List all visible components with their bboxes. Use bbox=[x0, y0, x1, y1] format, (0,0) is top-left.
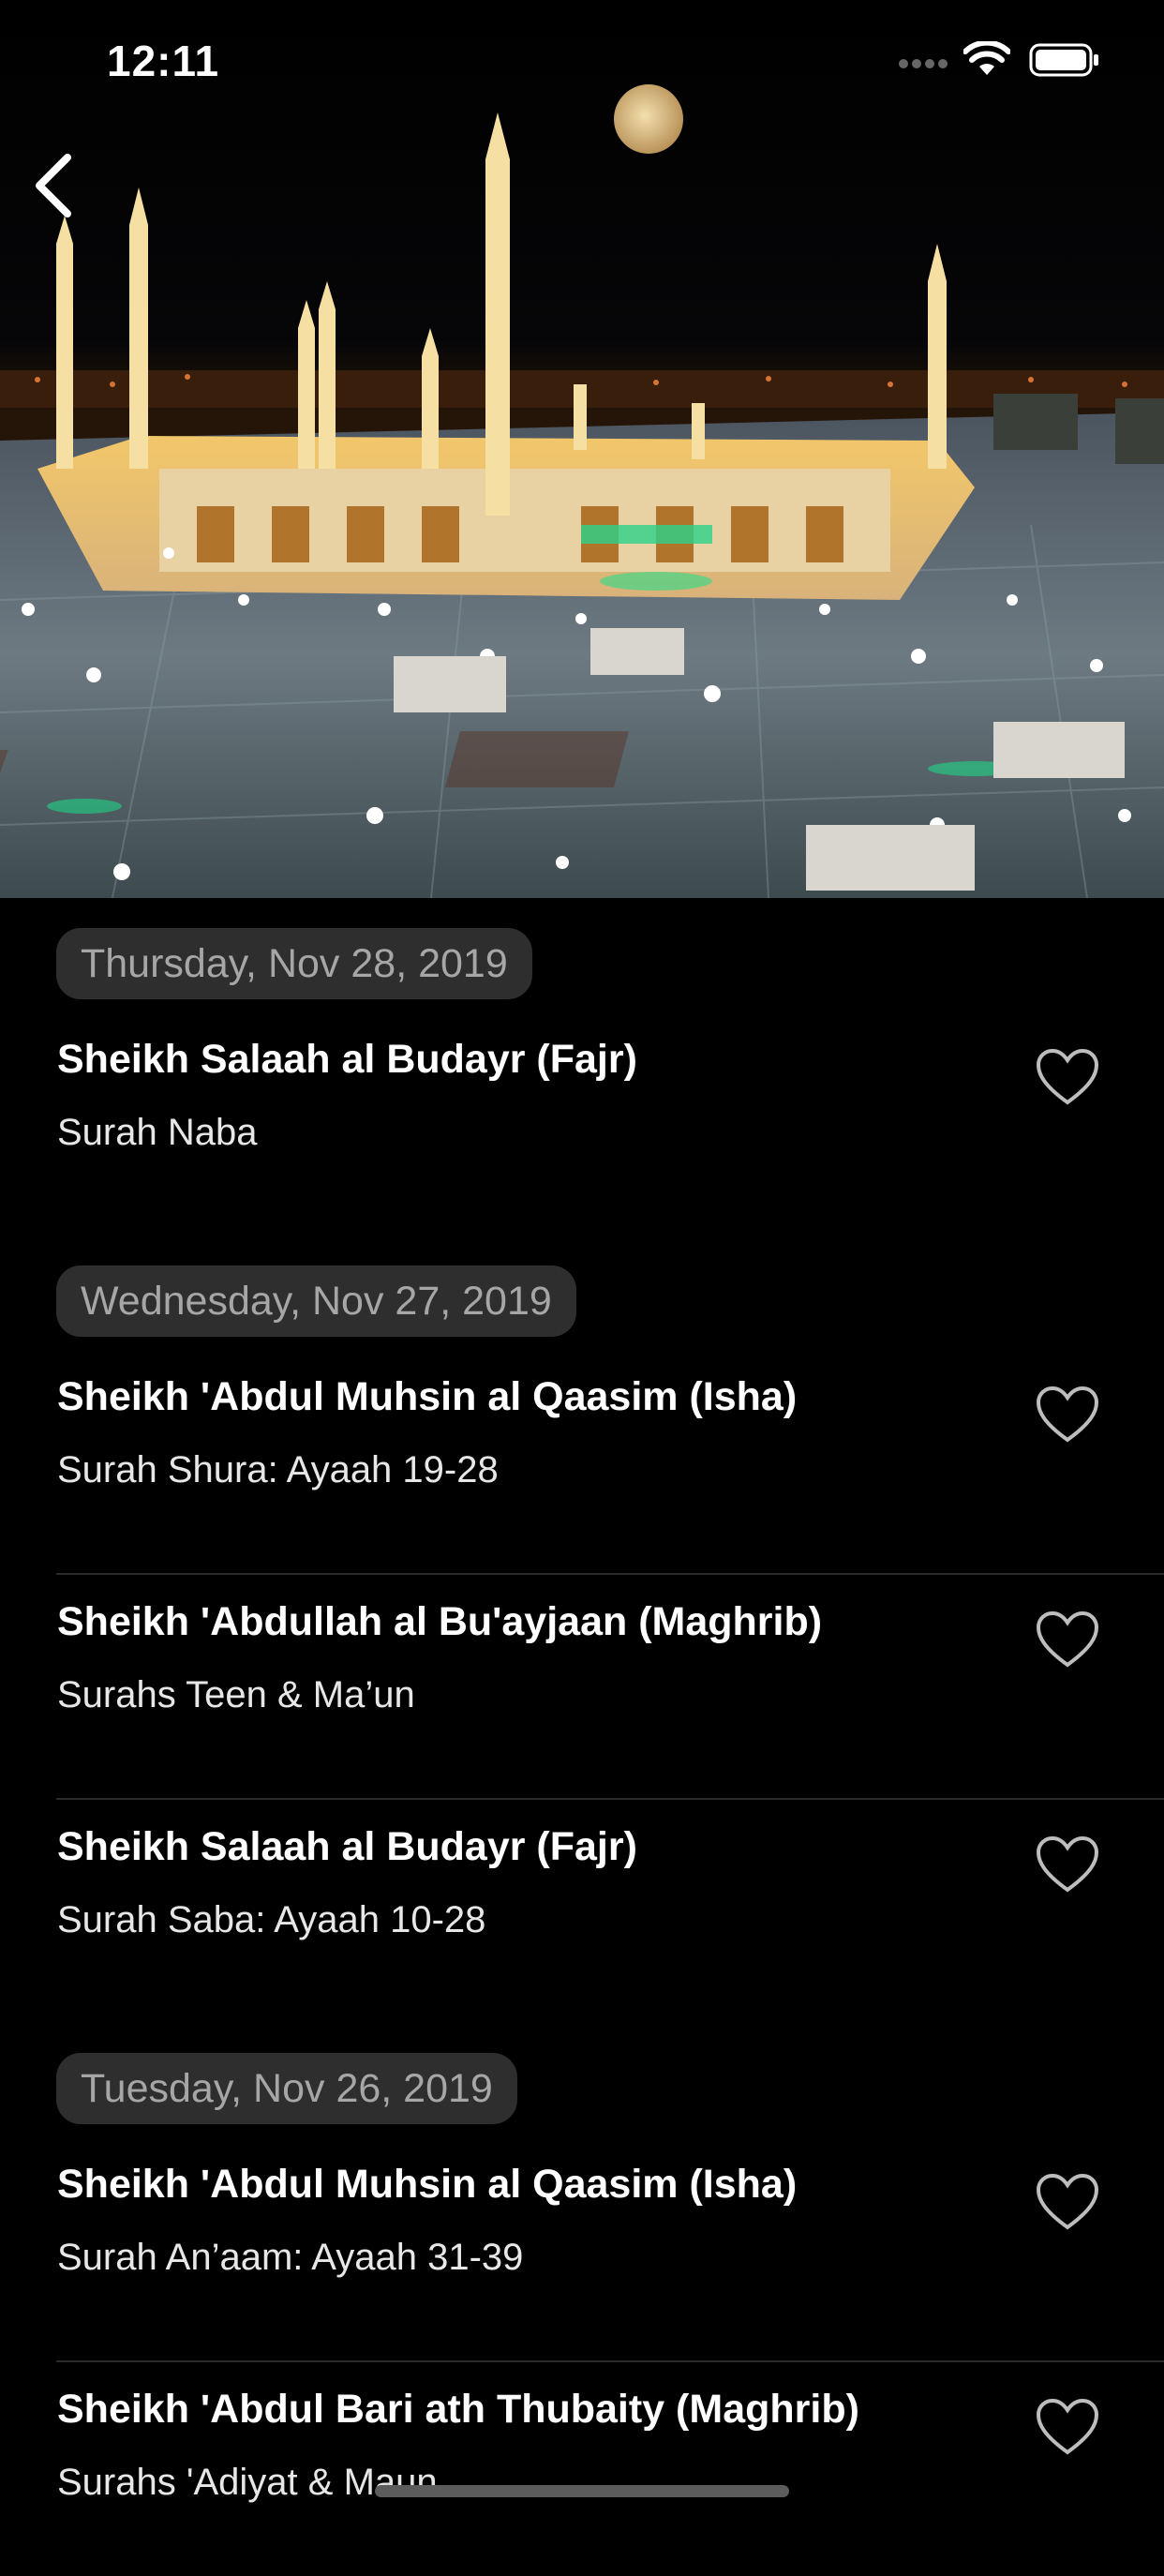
hero-image bbox=[0, 0, 1164, 898]
lecture-title: Sheikh 'Abdul Muhsin al Qaasim (Isha) bbox=[57, 1374, 798, 1419]
list-item[interactable]: Sheikh 'Abdul Muhsin al Qaasim (Isha) Su… bbox=[0, 1339, 1164, 1564]
lecture-subtitle: Surah Naba bbox=[57, 1112, 258, 1153]
lecture-subtitle: Surah Saba: Ayaah 10-28 bbox=[57, 1899, 486, 1940]
heart-icon[interactable] bbox=[1035, 1835, 1100, 1895]
heart-icon[interactable] bbox=[1035, 1610, 1100, 1670]
date-header: Tuesday, Nov 26, 2019 bbox=[56, 2053, 517, 2124]
cellular-signal-icon bbox=[899, 59, 948, 68]
lecture-title: Sheikh 'Abdul Muhsin al Qaasim (Isha) bbox=[57, 2162, 798, 2207]
back-button[interactable] bbox=[26, 150, 82, 221]
heart-icon[interactable] bbox=[1035, 2173, 1100, 2233]
list-item[interactable]: Sheikh 'Abdullah al Bu'ayjaan (Maghrib) … bbox=[0, 1564, 1164, 1789]
heart-icon[interactable] bbox=[1035, 1385, 1100, 1445]
lecture-subtitle: Surahs 'Adiyat & Maun bbox=[57, 2462, 438, 2503]
lecture-title: Sheikh Salaah al Budayr (Fajr) bbox=[57, 1037, 637, 1082]
wifi-icon bbox=[963, 41, 1010, 75]
lecture-subtitle: Surahs Teen & Ma’un bbox=[57, 1674, 415, 1715]
lecture-title: Sheikh 'Abdullah al Bu'ayjaan (Maghrib) bbox=[57, 1599, 823, 1644]
battery-icon bbox=[1029, 43, 1098, 77]
list-item[interactable]: Sheikh Salaah al Budayr (Fajr) Surah Sab… bbox=[0, 1789, 1164, 2014]
list-item[interactable]: Sheikh 'Abdul Muhsin al Qaasim (Isha) Su… bbox=[0, 2126, 1164, 2351]
lecture-title: Sheikh 'Abdul Bari ath Thubaity (Maghrib… bbox=[57, 2387, 859, 2432]
list-item[interactable]: Sheikh Salaah al Budayr (Fajr) Surah Nab… bbox=[0, 1001, 1164, 1226]
lecture-subtitle: Surah Shura: Ayaah 19-28 bbox=[57, 1449, 499, 1490]
date-header: Thursday, Nov 28, 2019 bbox=[56, 928, 532, 999]
lecture-subtitle: Surah An’aam: Ayaah 31-39 bbox=[57, 2237, 524, 2278]
lecture-title: Sheikh Salaah al Budayr (Fajr) bbox=[57, 1824, 637, 1869]
home-indicator[interactable] bbox=[375, 2485, 789, 2497]
heart-icon[interactable] bbox=[1035, 1048, 1100, 1108]
status-time: 12:11 bbox=[107, 37, 220, 85]
chevron-left-icon bbox=[36, 154, 71, 217]
date-header: Wednesday, Nov 27, 2019 bbox=[56, 1266, 576, 1337]
heart-icon[interactable] bbox=[1035, 2398, 1100, 2458]
status-bar: 12:11 bbox=[0, 0, 1164, 131]
list-item[interactable]: Sheikh 'Abdul Bari ath Thubaity (Maghrib… bbox=[0, 2351, 1164, 2576]
